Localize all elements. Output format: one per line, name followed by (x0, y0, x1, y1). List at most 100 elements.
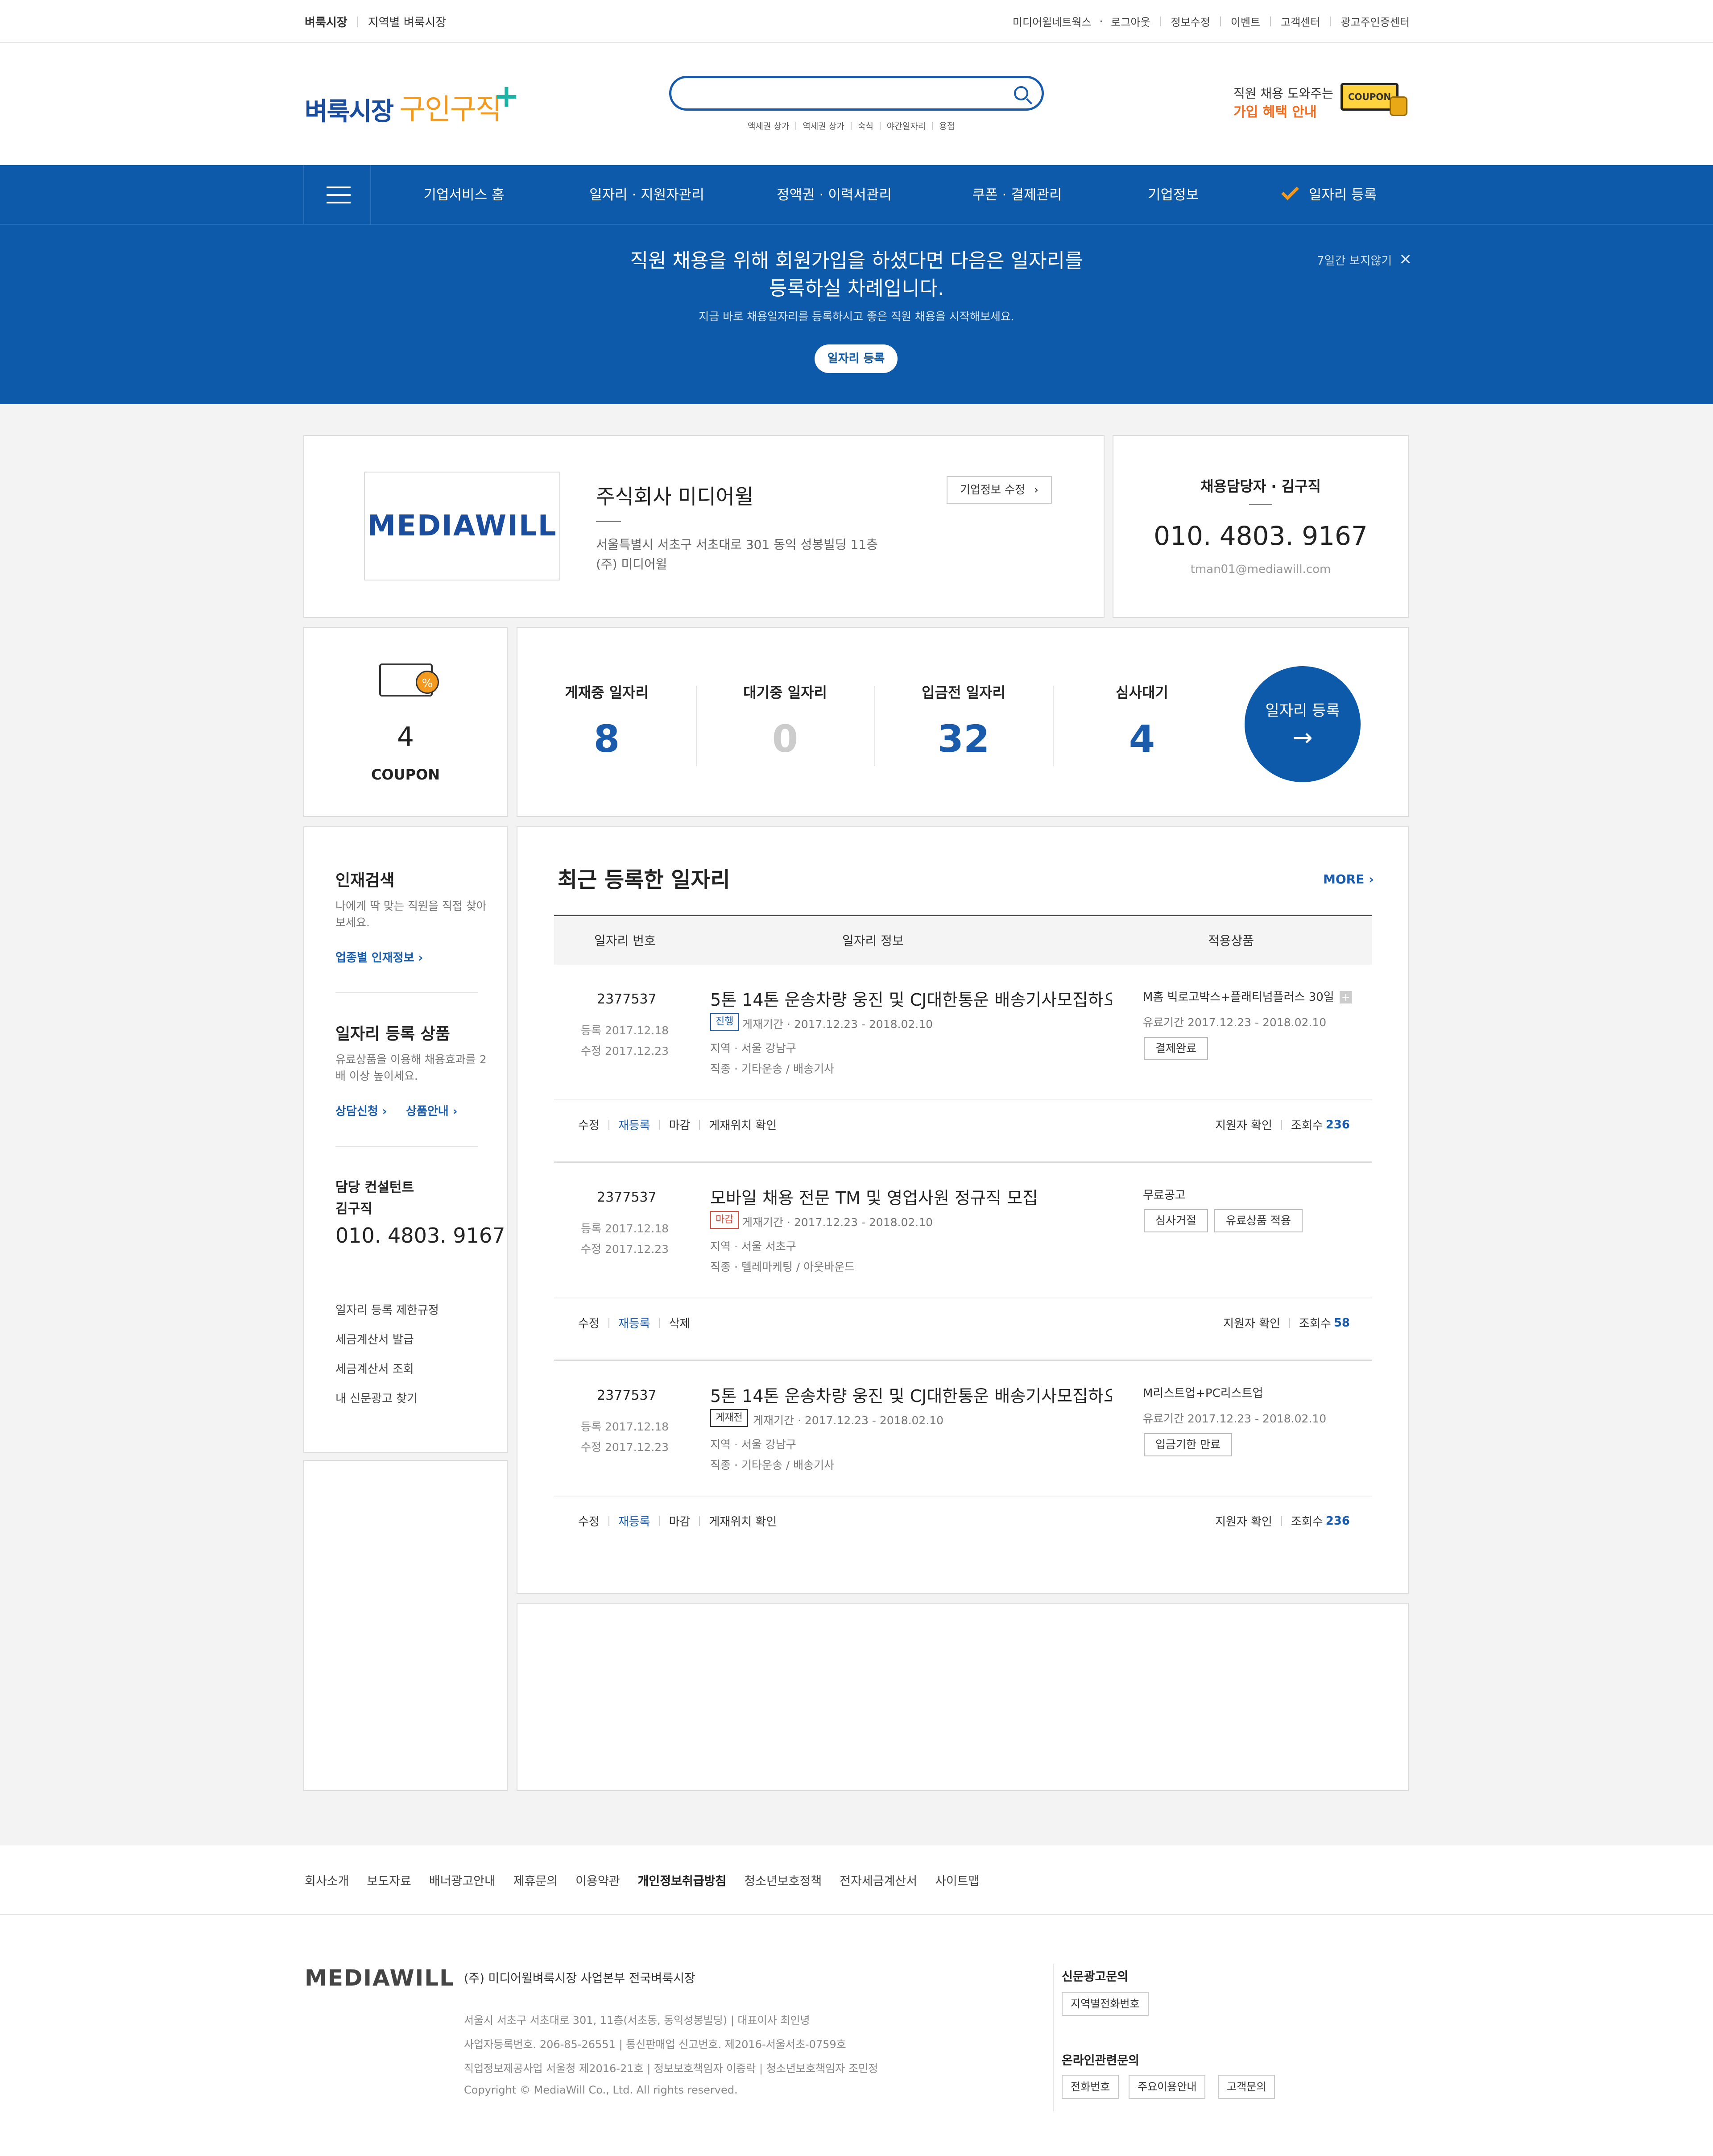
nav-item-pass[interactable]: 정액권 · 이력서관리 (758, 165, 910, 225)
footer-link-youth[interactable]: 청소년보호정책 (744, 1871, 822, 1889)
footer-link-sitemap[interactable]: 사이트맵 (935, 1871, 979, 1889)
keyword-link[interactable]: 액세권 상가 (748, 120, 789, 132)
edit-link[interactable]: 수정 (578, 1116, 600, 1133)
divider (1281, 1119, 1282, 1130)
plus-icon[interactable]: + (1339, 991, 1352, 1003)
apply-paid-product-button[interactable]: 유료상품 적용 (1214, 1209, 1303, 1232)
edit-company-button[interactable]: 기업정보 수정 › (947, 476, 1052, 504)
divider (357, 16, 358, 27)
job-title[interactable]: 5톤 14톤 운송차량 웅진 및 CJ대한통운 배송기사모집하오니... (710, 986, 1112, 1011)
repost-link[interactable]: 재등록 (618, 1116, 650, 1133)
top-bar: 벼룩시장 지역별 벼룩시장 미디어윌네트웍스 · 로그아웃 정보수정 이벤트 고… (0, 0, 1713, 43)
keyword-link[interactable]: 숙식 (858, 120, 873, 132)
keyword-link[interactable]: 용접 (939, 120, 955, 132)
job-location: 지역 · 서울 서초구 (710, 1240, 796, 1253)
side-link-restrictions[interactable]: 일자리 등록 제한규정 (335, 1301, 439, 1318)
site-link-main[interactable]: 벼룩시장 (305, 13, 348, 30)
check-position-link[interactable]: 게재위치 확인 (709, 1513, 777, 1529)
footer-link-about[interactable]: 회사소개 (305, 1871, 349, 1889)
job-title[interactable]: 모바일 채용 전문 TM 및 영업사원 정규직 모집 (710, 1184, 1112, 1209)
nav-item-jobs[interactable]: 일자리 · 지원자관리 (571, 165, 723, 225)
nav-item-register[interactable]: 일자리 등록 (1258, 165, 1401, 225)
consult-request-link[interactable]: 상담신청 › (335, 1102, 387, 1119)
footer-link-partnership[interactable]: 제휴문의 (513, 1871, 558, 1889)
register-job-label: 일자리 등록 (1265, 702, 1340, 720)
nav-item-coupon[interactable]: 쿠폰 · 결제관리 (946, 165, 1088, 225)
close-job-link[interactable]: 마감 (669, 1116, 691, 1133)
side-link-invoice-issue[interactable]: 세금계산서 발급 (335, 1331, 414, 1347)
divider (879, 121, 881, 130)
banner-register-button[interactable]: 일자리 등록 (815, 344, 898, 373)
job-location: 지역 · 서울 강남구 (710, 1042, 796, 1055)
keyword-link[interactable]: 역세권 상가 (803, 120, 844, 132)
customer-inquiry-button[interactable]: 고객문의 (1218, 2075, 1275, 2099)
site-link-regional[interactable]: 지역별 벼룩시장 (368, 13, 447, 30)
views-label: 조회수 (1291, 1515, 1323, 1529)
side-link-newspaper-ad[interactable]: 내 신문광고 찾기 (335, 1389, 418, 1406)
edit-info-link[interactable]: 정보수정 (1171, 13, 1210, 29)
deposit-expired-button[interactable]: 입금기한 만료 (1144, 1433, 1232, 1456)
job-category: 직종 · 기타운송 / 배송기사 (710, 1459, 835, 1472)
chevron-right-icon: › (418, 951, 423, 965)
coupon-benefit-banner[interactable]: 직원 채용 도와주는 가입 혜택 안내 COUPON (1233, 79, 1412, 132)
event-link[interactable]: 이벤트 (1231, 13, 1260, 29)
col-header-info: 일자리 정보 (842, 933, 904, 948)
coupon-ad-line2: 가입 혜택 안내 (1233, 104, 1317, 120)
footer-link-terms[interactable]: 이용약관 (575, 1871, 620, 1889)
applicants-link[interactable]: 지원자 확인 (1215, 1513, 1272, 1529)
delete-link[interactable]: 삭제 (669, 1314, 691, 1331)
logout-link[interactable]: 로그아웃 (1111, 13, 1150, 29)
footer-link-e-invoice[interactable]: 전자세금계산서 (840, 1871, 917, 1889)
close-icon: ✕ (1399, 251, 1412, 269)
review-rejected-button[interactable]: 심사거절 (1144, 1209, 1208, 1232)
repost-link[interactable]: 재등록 (618, 1314, 650, 1331)
talent-by-industry-link[interactable]: 업종별 인재정보 › (335, 949, 423, 965)
payment-complete-button[interactable]: 결제완료 (1144, 1037, 1208, 1060)
job-mod-date: 수정 2017.12.23 (581, 1045, 669, 1057)
check-position-link[interactable]: 게재위치 확인 (709, 1116, 777, 1133)
edit-link[interactable]: 수정 (578, 1314, 600, 1331)
consultant-phone: 010. 4803. 9167 (335, 1223, 505, 1248)
row-actions: 수정 재등록 삭제 (578, 1314, 690, 1331)
footer-link-press[interactable]: 보도자료 (367, 1871, 411, 1889)
usage-guide-button[interactable]: 주요이용안내 (1129, 2075, 1206, 2099)
more-link[interactable]: MORE › (1323, 872, 1374, 887)
row-stats: 지원자 확인 조회수 236 (1215, 1116, 1350, 1133)
job-period: 게재기간 · 2017.12.23 - 2018.02.10 (742, 1216, 933, 1229)
customer-center-link[interactable]: 고객센터 (1281, 13, 1320, 29)
applicants-link[interactable]: 지원자 확인 (1215, 1116, 1272, 1133)
close-job-link[interactable]: 마감 (669, 1513, 691, 1529)
views-count: 236 (1325, 1118, 1350, 1132)
edit-link[interactable]: 수정 (578, 1513, 600, 1529)
product-info-link[interactable]: 상품안내 › (406, 1102, 457, 1119)
search-box[interactable] (669, 76, 1044, 111)
regional-phone-button[interactable]: 지역별전화번호 (1062, 1992, 1149, 2016)
keyword-link[interactable]: 야간일자리 (887, 120, 926, 132)
stat-review[interactable]: 심사대기 4 (1053, 628, 1231, 816)
advertiser-center-link[interactable]: 광고주인증센터 (1341, 13, 1410, 29)
phone-number-button[interactable]: 전화번호 (1062, 2075, 1119, 2099)
register-job-button[interactable]: 일자리 등록 → (1245, 666, 1361, 782)
divider (1053, 1964, 1054, 2111)
coupon-panel[interactable]: % 4 COUPON (303, 627, 508, 817)
divider (554, 1496, 1372, 1497)
search-icon[interactable] (1014, 86, 1028, 100)
nav-item-company[interactable]: 기업정보 (1124, 165, 1222, 225)
menu-icon[interactable] (303, 165, 371, 225)
stat-posted[interactable]: 게재중 일자리 8 (517, 628, 696, 816)
footer-link-privacy[interactable]: 개인정보취급방침 (638, 1871, 727, 1889)
footer-link-banner-ad[interactable]: 배너광고안내 (429, 1871, 496, 1889)
stat-waiting[interactable]: 대기중 일자리 0 (696, 628, 874, 816)
job-title[interactable]: 5톤 14톤 운송차량 웅진 및 CJ대한통운 배송기사모집하오니... (710, 1382, 1112, 1407)
site-logo[interactable]: 벼룩시장 구인구직 + (305, 78, 520, 128)
side-link-invoice-view[interactable]: 세금계산서 조회 (335, 1360, 414, 1377)
nav-item-home[interactable]: 기업서비스 홈 (401, 165, 526, 225)
consultant-title: 담당 컨설턴트 (335, 1180, 414, 1195)
applicants-link[interactable]: 지원자 확인 (1223, 1314, 1280, 1331)
divider (1281, 1516, 1282, 1526)
repost-link[interactable]: 재등록 (618, 1513, 650, 1529)
stat-unpaid[interactable]: 입금전 일자리 32 (874, 628, 1053, 816)
job-mod-date: 수정 2017.12.23 (581, 1441, 669, 1454)
search-input[interactable] (685, 83, 997, 104)
banner-close-button[interactable]: 7일간 보지않기 ✕ (1317, 251, 1412, 269)
